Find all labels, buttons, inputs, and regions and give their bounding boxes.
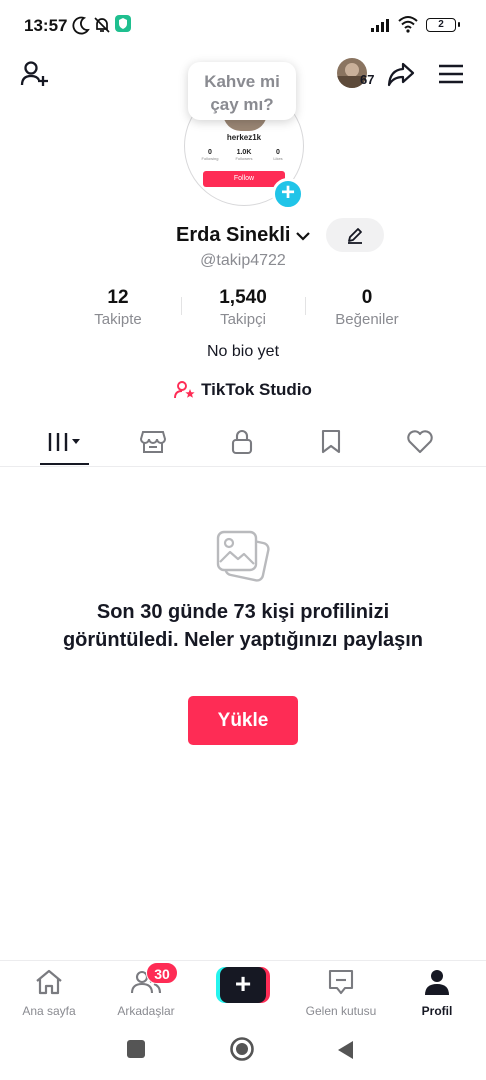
avatar-preview-follow: Follow xyxy=(203,171,285,187)
tab-private[interactable] xyxy=(212,424,272,460)
profile-icon xyxy=(425,970,449,995)
wifi-icon xyxy=(398,16,418,33)
videos-grid-icon xyxy=(48,433,80,451)
empty-state-message: Son 30 günde 73 kişi profilinizi görüntü… xyxy=(62,601,424,651)
avatar-preview-stat: 0 Following xyxy=(195,149,225,161)
avatar-preview-stat-label: Likes xyxy=(273,156,283,161)
notification-count: 67 xyxy=(360,72,375,87)
photos-icon xyxy=(216,530,270,582)
tab-active-underline xyxy=(40,463,89,465)
nav-profile[interactable]: Profil xyxy=(394,968,480,1018)
tiktok-studio-label: TikTok Studio xyxy=(201,380,312,399)
avatar-preview-stat-num: 0 xyxy=(208,149,212,156)
profile-handle: @takip4722 xyxy=(200,252,286,269)
stat-likes[interactable]: 0 Beğeniler xyxy=(307,287,427,328)
status-time: 13:57 xyxy=(24,16,68,35)
nav-profile-label: Profil xyxy=(421,1004,453,1018)
nav-inbox[interactable]: Gelen kutusu xyxy=(298,968,384,1018)
battery-icon: 2 xyxy=(426,18,460,32)
prompt-line-2: çay mı? xyxy=(210,95,274,114)
edit-profile-button[interactable] xyxy=(326,218,384,252)
shop-icon xyxy=(139,431,167,453)
tab-saved[interactable] xyxy=(301,424,361,460)
plus-icon: + xyxy=(280,179,295,206)
recents-button[interactable] xyxy=(127,1040,145,1058)
chevron-down-icon xyxy=(295,231,310,241)
stat-label: Takipte xyxy=(94,311,142,328)
home-circle-button[interactable] xyxy=(229,1036,255,1062)
tab-videos[interactable] xyxy=(35,424,95,460)
back-button[interactable] xyxy=(335,1039,355,1061)
avatar-preview-stat: 1.0K Followers xyxy=(229,149,259,161)
hamburger-menu-icon xyxy=(439,64,463,84)
inbox-icon xyxy=(328,969,354,995)
avatar-preview-stat-num: 0 xyxy=(276,149,280,156)
profile-name: Erda Sinekli xyxy=(176,224,291,246)
stat-value: 1,540 xyxy=(219,287,267,308)
stat-following[interactable]: 12 Takipte xyxy=(58,287,178,328)
stat-value: 12 xyxy=(107,287,129,308)
prompt-line-1: Kahve mi xyxy=(204,72,280,91)
nav-home-label: Ana sayfa xyxy=(22,1004,76,1018)
prompt-bubble[interactable]: Kahve mi çay mı? xyxy=(188,62,296,120)
avatar-preview-stat-num: 1.0K xyxy=(236,149,252,156)
signal-icon xyxy=(371,19,389,32)
menu-button[interactable] xyxy=(436,60,466,88)
avatar-preview-name: herkez1k xyxy=(226,133,262,142)
tab-shop[interactable] xyxy=(123,424,183,460)
tab-liked[interactable] xyxy=(390,424,450,460)
stat-label: Takipçi xyxy=(220,311,266,328)
friends-badge: 30 xyxy=(146,962,178,984)
tiktok-studio-link[interactable]: TikTok Studio xyxy=(0,380,486,400)
stat-followers[interactable]: 1,540 Takipçi xyxy=(183,287,303,328)
lock-icon xyxy=(231,430,253,455)
pencil-icon xyxy=(348,228,362,244)
tab-divider xyxy=(0,466,486,467)
stat-label: Beğeniler xyxy=(335,311,399,328)
avatar-preview-stat: 0 Likes xyxy=(263,149,293,161)
nav-inbox-label: Gelen kutusu xyxy=(305,1004,377,1018)
upload-button[interactable]: Yükle xyxy=(188,696,298,745)
person-plus-icon xyxy=(20,61,48,86)
nav-home[interactable]: Ana sayfa xyxy=(6,968,92,1018)
stat-divider xyxy=(305,297,306,315)
home-icon xyxy=(36,969,62,995)
avatar-preview-stat-label: Following xyxy=(201,156,219,161)
add-friend-button[interactable] xyxy=(18,58,52,90)
avatar-preview-stat-label: Followers xyxy=(235,156,253,161)
stat-divider xyxy=(181,297,182,315)
profile-bio[interactable]: No bio yet xyxy=(0,343,486,361)
heart-icon xyxy=(407,430,433,454)
nav-friends-label: Arkadaşlar xyxy=(117,1004,175,1018)
plus-icon: + xyxy=(220,967,266,1003)
person-star-icon xyxy=(174,381,195,399)
create-button[interactable]: + xyxy=(216,967,270,1003)
share-profile-button[interactable] xyxy=(385,58,417,90)
add-photo-button[interactable]: + xyxy=(272,178,304,210)
shield-app-icon xyxy=(115,15,131,32)
stat-value: 0 xyxy=(361,287,373,308)
share-arrow-icon xyxy=(387,62,415,87)
moon-icon xyxy=(72,16,90,35)
bell-off-icon xyxy=(94,17,110,33)
profile-name-switcher[interactable]: Erda Sinekli xyxy=(176,224,311,247)
bookmark-icon xyxy=(321,429,341,454)
